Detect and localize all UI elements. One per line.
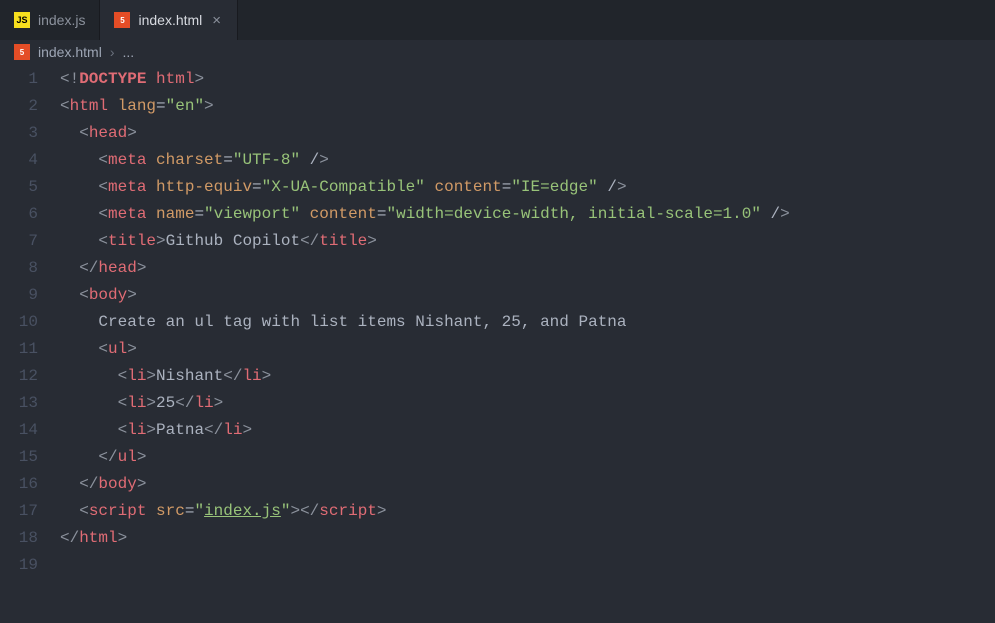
line-number: 1 <box>0 66 38 93</box>
js-icon: JS <box>14 12 30 28</box>
code-line[interactable]: <meta http-equiv="X-UA-Compatible" conte… <box>60 174 995 201</box>
tab-index-js[interactable]: JS index.js <box>0 0 100 40</box>
code-line[interactable]: <li>Nishant</li> <box>60 363 995 390</box>
line-number: 9 <box>0 282 38 309</box>
code-line[interactable]: <title>Github Copilot</title> <box>60 228 995 255</box>
line-number: 7 <box>0 228 38 255</box>
code-line[interactable]: </ul> <box>60 444 995 471</box>
line-number: 5 <box>0 174 38 201</box>
close-icon[interactable]: × <box>210 12 223 29</box>
code-line[interactable]: </html> <box>60 525 995 552</box>
breadcrumb-file: index.html <box>38 44 102 60</box>
html-icon: 5 <box>14 44 30 60</box>
code-editor[interactable]: 12345678910111213141516171819 <!DOCTYPE … <box>0 66 995 579</box>
html-icon: 5 <box>114 12 130 28</box>
code-line[interactable]: <head> <box>60 120 995 147</box>
line-number: 10 <box>0 309 38 336</box>
line-number: 2 <box>0 93 38 120</box>
line-number: 16 <box>0 471 38 498</box>
code-line[interactable]: <script src="index.js"></script> <box>60 498 995 525</box>
code-line[interactable]: <ul> <box>60 336 995 363</box>
line-number: 4 <box>0 147 38 174</box>
line-number: 19 <box>0 552 38 579</box>
line-number: 8 <box>0 255 38 282</box>
code-line[interactable]: <meta charset="UTF-8" /> <box>60 147 995 174</box>
breadcrumb-separator-icon: › <box>110 44 115 60</box>
breadcrumb[interactable]: 5 index.html › ... <box>0 40 995 66</box>
code-line[interactable]: <meta name="viewport" content="width=dev… <box>60 201 995 228</box>
line-number: 15 <box>0 444 38 471</box>
code-line[interactable]: </body> <box>60 471 995 498</box>
code-line[interactable]: <!DOCTYPE html> <box>60 66 995 93</box>
tab-bar: JS index.js 5 index.html × <box>0 0 995 40</box>
code-line[interactable]: <html lang="en"> <box>60 93 995 120</box>
code-line[interactable]: <body> <box>60 282 995 309</box>
line-number: 13 <box>0 390 38 417</box>
line-number: 12 <box>0 363 38 390</box>
tab-index-html[interactable]: 5 index.html × <box>100 0 238 40</box>
code-content[interactable]: <!DOCTYPE html><html lang="en"> <head> <… <box>60 66 995 579</box>
line-number: 11 <box>0 336 38 363</box>
tab-label: index.html <box>138 12 202 28</box>
code-line[interactable]: Create an ul tag with list items Nishant… <box>60 309 995 336</box>
line-number: 17 <box>0 498 38 525</box>
line-number: 18 <box>0 525 38 552</box>
line-number: 6 <box>0 201 38 228</box>
line-number-gutter: 12345678910111213141516171819 <box>0 66 60 579</box>
code-line[interactable]: <li>25</li> <box>60 390 995 417</box>
line-number: 14 <box>0 417 38 444</box>
tab-label: index.js <box>38 12 85 28</box>
code-line[interactable]: </head> <box>60 255 995 282</box>
code-line[interactable] <box>60 552 995 579</box>
breadcrumb-rest: ... <box>122 44 134 60</box>
line-number: 3 <box>0 120 38 147</box>
code-line[interactable]: <li>Patna</li> <box>60 417 995 444</box>
